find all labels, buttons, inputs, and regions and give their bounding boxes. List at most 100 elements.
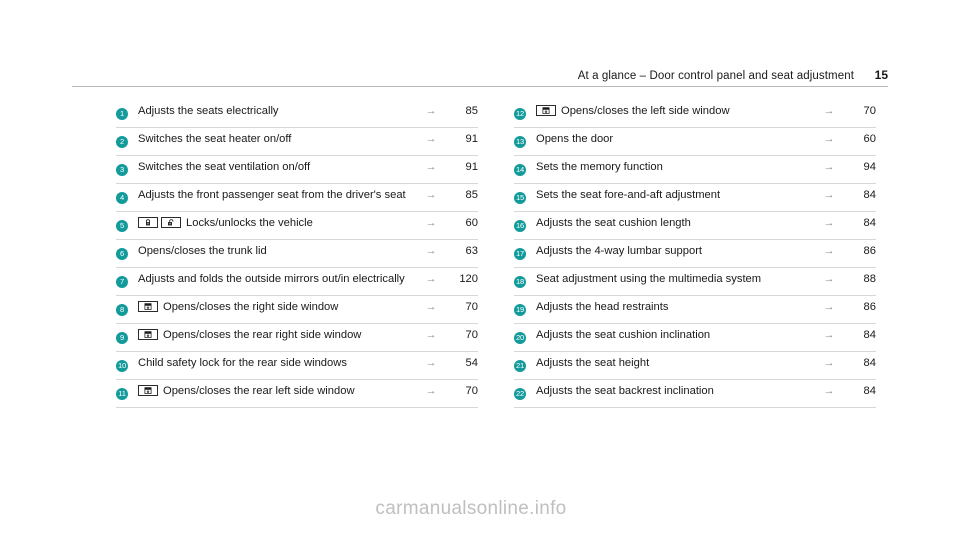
row-label: Adjusts the front passenger seat from th… [138,189,406,201]
table-row: 9 Opens/closes the rear right side window… [116,324,478,352]
cross-reference-page[interactable]: 70 [444,384,478,399]
pictogram-group [138,217,184,229]
table-row: 15 Sets the seat fore-and-aft adjustment →… [514,184,876,212]
cross-reference-page[interactable]: 91 [444,132,478,147]
table-row: 16 Adjusts the seat cushion length → 84 [514,212,876,240]
row-description-cell: Opens the door [536,132,816,147]
row-description-cell: Child safety lock for the rear side wind… [138,356,418,371]
cross-reference-page[interactable]: 70 [444,300,478,315]
window-icon [138,301,158,312]
table-row: 7 Adjusts and folds the outside mirrors o… [116,268,478,296]
row-number-cell: 7 [116,272,138,291]
row-description-cell: Opens/closes the trunk lid [138,244,418,259]
row-label: Opens/closes the rear right side window [163,329,362,341]
row-number-cell: 14 [514,160,536,179]
cross-reference-page[interactable]: 60 [444,216,478,231]
cross-reference-page[interactable]: 86 [842,244,876,259]
row-label: Seat adjustment using the multimedia sys… [536,273,762,285]
row-label: Opens/closes the left side window [561,105,730,117]
cross-reference-arrow-icon: → [823,357,835,369]
table-row: 13 Opens the door → 60 [514,128,876,156]
row-label: Sets the memory function [536,161,663,173]
pictogram-group [138,329,161,341]
header-divider [72,86,888,87]
row-number-cell: 20 [514,328,536,347]
row-description-cell: Adjusts the seat cushion length [536,216,816,231]
number-badge: 14 [514,163,526,176]
row-number-cell: 22 [514,384,536,403]
cross-reference-page[interactable]: 60 [842,132,876,147]
number-badge: 21 [514,359,526,372]
row-number-cell: 5 [116,216,138,235]
cross-reference-arrow-icon: → [425,133,437,145]
cross-reference-page[interactable]: 84 [842,384,876,399]
cross-reference-page[interactable]: 91 [444,160,478,175]
cross-reference-page[interactable]: 70 [842,104,876,119]
row-description-cell: Opens/closes the right side window [138,300,418,315]
row-number-cell: 2 [116,132,138,151]
table-row: 1 Adjusts the seats electrically → 85 [116,100,478,128]
right-reference-table: 12 Opens/closes the left side window → 70 13… [514,100,876,408]
cross-reference-page[interactable]: 63 [444,244,478,259]
row-description-cell: Adjusts the seat backrest inclination [536,384,816,399]
cross-reference-page[interactable]: 85 [444,104,478,119]
cross-reference-arrow-icon: → [823,273,835,285]
cross-reference-page[interactable]: 84 [842,356,876,371]
number-badge: 1 [116,107,128,120]
row-label: Adjusts the seat backrest inclination [536,385,714,397]
row-description-cell: Opens/closes the left side window [536,104,816,119]
reference-columns: 1 Adjusts the seats electrically → 85 2 Switc… [116,100,888,408]
cross-reference-page[interactable]: 86 [842,300,876,315]
row-label: Locks/unlocks the vehicle [186,217,313,229]
number-badge: 7 [116,275,128,288]
row-number-cell: 3 [116,160,138,179]
number-badge: 16 [514,219,526,232]
cross-reference-arrow-icon: → [823,301,835,313]
row-description-cell: Adjusts the head restraints [536,300,816,315]
cross-reference-arrow-icon: → [823,217,835,229]
pictogram-group [138,301,161,313]
cross-reference-arrow-icon: → [425,189,437,201]
cross-reference-page[interactable]: 94 [842,160,876,175]
number-badge: 13 [514,135,526,148]
number-badge: 2 [116,135,128,148]
row-number-cell: 19 [514,300,536,319]
number-badge: 22 [514,387,526,400]
number-badge: 17 [514,247,526,260]
cross-reference-page[interactable]: 54 [444,356,478,371]
row-label: Switches the seat heater on/off [138,133,292,145]
cross-reference-page[interactable]: 120 [444,272,478,287]
row-number-cell: 9 [116,328,138,347]
pictogram-group [536,105,559,117]
table-row: 3 Switches the seat ventilation on/off → 91 [116,156,478,184]
cross-reference-arrow-icon: → [425,245,437,257]
cross-reference-page[interactable]: 70 [444,328,478,343]
row-label: Opens the door [536,133,614,145]
table-row: 5 Locks/unlocks the vehicle → 60 [116,212,478,240]
table-row: 8 Opens/closes the right side window → 70 [116,296,478,324]
row-description-cell: Switches the seat heater on/off [138,132,418,147]
cross-reference-page[interactable]: 85 [444,188,478,203]
row-number-cell: 17 [514,244,536,263]
table-row: 20 Adjusts the seat cushion inclination → 8… [514,324,876,352]
row-number-cell: 13 [514,132,536,151]
cross-reference-page[interactable]: 84 [842,188,876,203]
row-description-cell: Locks/unlocks the vehicle [138,216,418,231]
cross-reference-page[interactable]: 88 [842,272,876,287]
cross-reference-arrow-icon: → [425,385,437,397]
cross-reference-arrow-icon: → [425,357,437,369]
row-label: Switches the seat ventilation on/off [138,161,311,173]
row-number-cell: 10 [116,356,138,375]
row-number-cell: 15 [514,188,536,207]
number-badge: 18 [514,275,526,288]
cross-reference-page[interactable]: 84 [842,328,876,343]
cross-reference-arrow-icon: → [425,329,437,341]
row-description-cell: Sets the seat fore-and-aft adjustment [536,188,816,203]
number-badge: 5 [116,219,128,232]
table-row: 21 Adjusts the seat height → 84 [514,352,876,380]
row-label: Child safety lock for the rear side wind… [138,357,347,369]
row-label: Opens/closes the trunk lid [138,245,267,257]
cross-reference-page[interactable]: 84 [842,216,876,231]
row-label: Adjusts the seat height [536,357,650,369]
row-description-cell: Adjusts and folds the outside mirrors ou… [138,272,418,287]
